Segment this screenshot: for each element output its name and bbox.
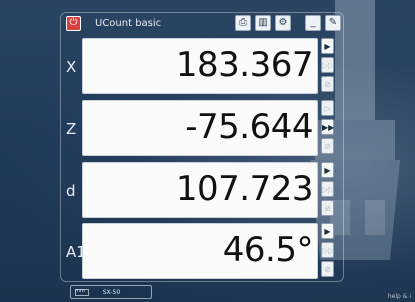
play-icon[interactable]: ▶ [321, 223, 334, 239]
axis-display[interactable]: 46.5° [82, 223, 318, 279]
title-bar: ⏻ UCount basic ⎙ ▥ ⚙ _ ✎ [66, 14, 341, 32]
axis-buttons: ▶ ▷▷ ⊘ [321, 162, 335, 218]
axis-buttons: ▶ ▷▷ ⊘ [321, 223, 335, 279]
minimize-icon[interactable]: _ [305, 15, 321, 31]
play-icon[interactable]: ▶ [321, 162, 334, 178]
fast-forward-icon[interactable]: ▷▷ [321, 57, 334, 73]
axis-label: d [66, 182, 76, 200]
status-model: SX-50 [102, 288, 121, 296]
status-bar[interactable]: mm SX-50 [70, 285, 152, 299]
axis-display[interactable]: 183.367 [82, 38, 318, 94]
axis-label: X [66, 58, 77, 76]
fast-forward-icon[interactable]: ▶▶ [321, 119, 334, 135]
axis-display[interactable]: 107.723 [82, 162, 318, 218]
chart-icon[interactable]: ▥ [255, 15, 271, 31]
reset-icon[interactable]: ⊘ [321, 261, 334, 277]
play-icon[interactable]: ▶ [321, 38, 334, 54]
edit-icon[interactable]: ✎ [325, 15, 341, 31]
toolbar: ⎙ ▥ ⚙ _ ✎ [235, 15, 341, 31]
reset-icon[interactable]: ⊘ [321, 200, 334, 216]
axis-row-a1: A1 46.5° ▶ ▷▷ ⊘ [60, 223, 342, 281]
gear-icon[interactable]: ⚙ [275, 15, 291, 31]
axis-value: 183.367 [175, 45, 314, 85]
fast-forward-icon[interactable]: ▷▷ [321, 242, 334, 258]
app-title: UCount basic [95, 17, 162, 29]
reset-icon[interactable]: ⊘ [321, 76, 334, 92]
axis-buttons: ▶ ▷▷ ⊘ [321, 38, 335, 94]
axis-label: Z [66, 120, 77, 138]
fast-forward-icon[interactable]: ▷▷ [321, 181, 334, 197]
power-icon: ⏻ [69, 17, 78, 28]
print-icon[interactable]: ⎙ [235, 15, 251, 31]
reset-icon[interactable]: ⊘ [321, 138, 334, 154]
axis-value: 107.723 [175, 169, 314, 209]
axis-display[interactable]: -75.644 [82, 100, 318, 156]
status-mini-label: mm [75, 287, 85, 294]
play-icon[interactable]: ▷ [321, 100, 334, 116]
axis-row-x: X 183.367 ▶ ▷▷ ⊘ [60, 38, 342, 96]
axis-row-d: d 107.723 ▶ ▷▷ ⊘ [60, 162, 342, 220]
help-text[interactable]: help & i [388, 293, 411, 300]
power-button[interactable]: ⏻ [66, 15, 81, 31]
axis-buttons: ▷ ▶▶ ⊘ [321, 100, 335, 156]
axis-row-z: Z -75.644 ▷ ▶▶ ⊘ [60, 100, 342, 158]
axis-value: 46.5° [222, 230, 314, 270]
axis-value: -75.644 [185, 107, 313, 147]
